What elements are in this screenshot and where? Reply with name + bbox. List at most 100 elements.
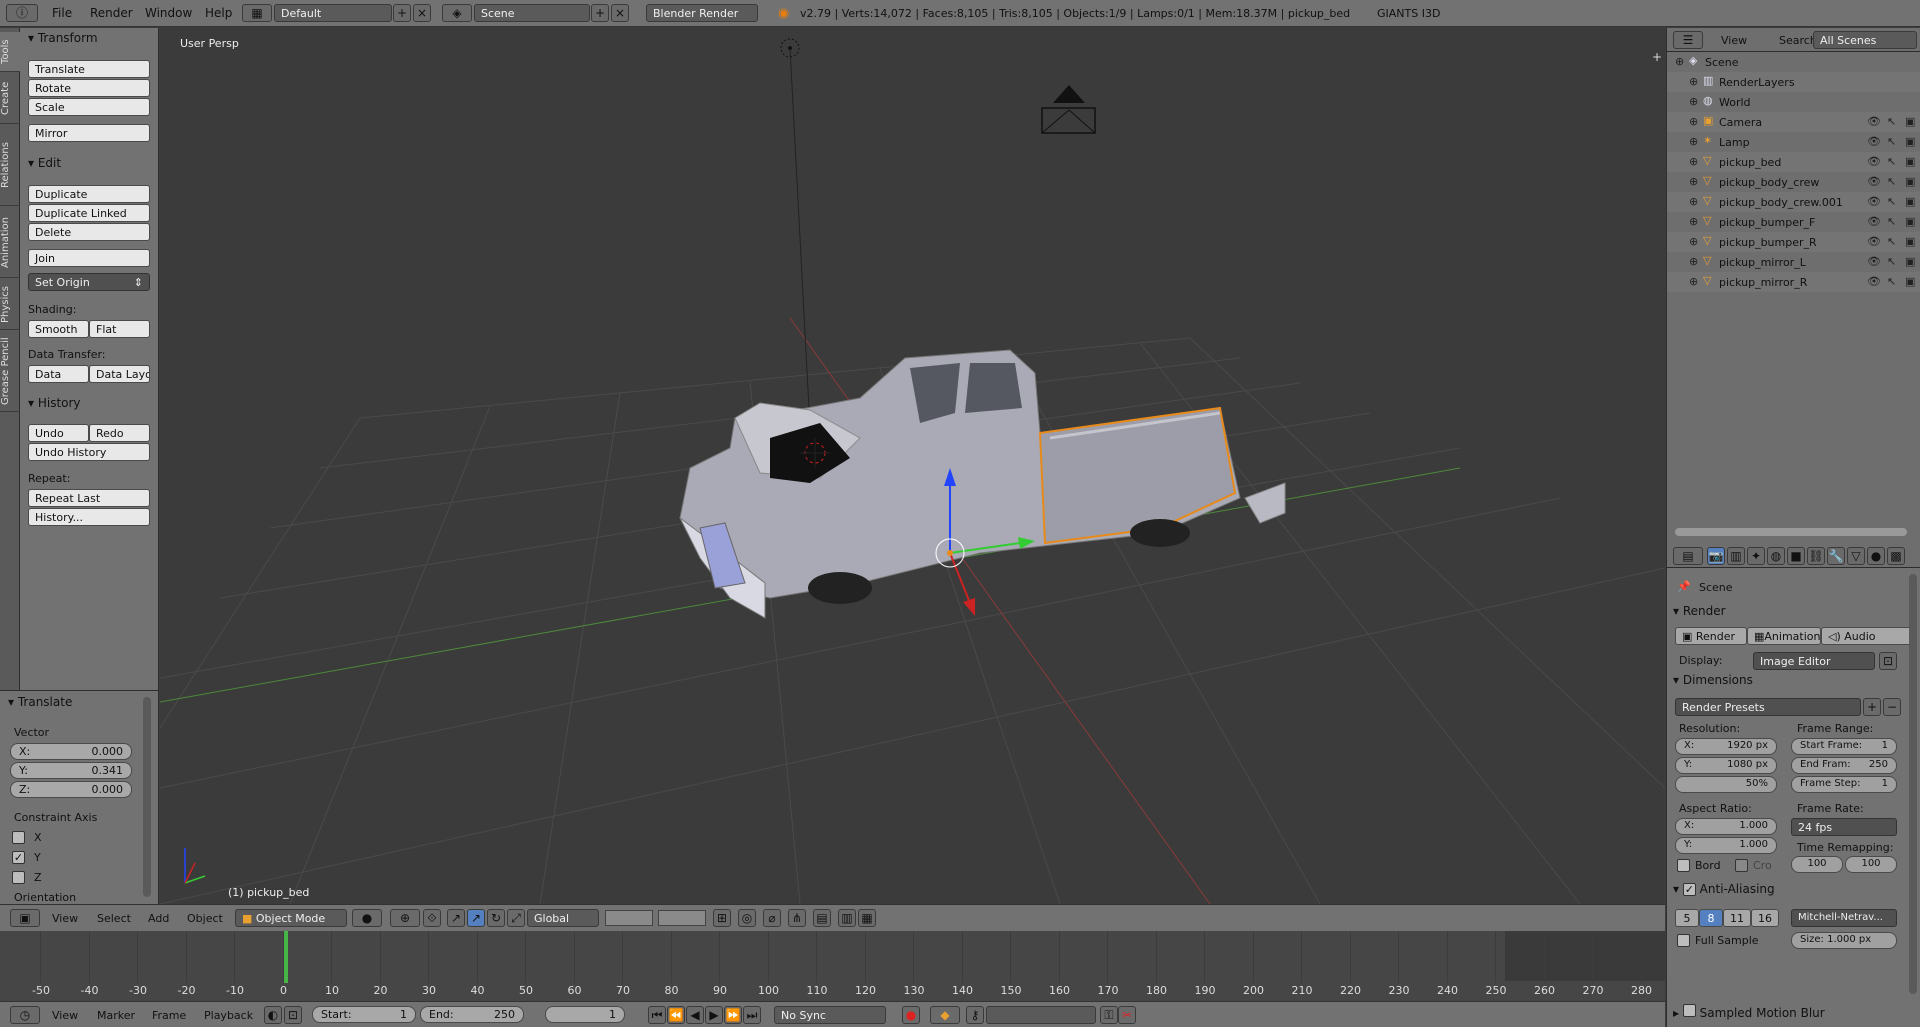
layer-buttons-b[interactable] — [658, 910, 706, 926]
eye-icon[interactable]: 👁 — [1867, 135, 1881, 148]
dimensions-panel-title[interactable]: ▾ Dimensions — [1673, 673, 1753, 687]
keying-set-field[interactable] — [986, 1006, 1096, 1024]
add-layout-icon[interactable]: + — [393, 4, 411, 22]
aspect-x-field[interactable]: X: 1.000 — [1675, 818, 1777, 835]
constraint-x-checkbox[interactable] — [12, 831, 25, 844]
aa-8-button[interactable]: 8 — [1699, 909, 1723, 927]
eye-icon[interactable]: 👁 — [1867, 195, 1881, 208]
operator-scrollbar[interactable] — [143, 697, 151, 897]
expand-icon[interactable]: ⊕ — [1689, 95, 1698, 108]
mode-select[interactable]: ■ Object Mode — [235, 909, 347, 927]
pivot-icon[interactable]: ⊕ — [390, 909, 420, 927]
constraint-z-checkbox[interactable] — [12, 871, 25, 884]
outliner-row[interactable]: ⊕ ▽ pickup_bumper_R 👁 ↖ ▣ — [1667, 232, 1920, 252]
outliner-editor-icon[interactable]: ☰ — [1673, 31, 1703, 49]
eye-icon[interactable]: 👁 — [1867, 275, 1881, 288]
keying-icon[interactable]: ◆ — [930, 1006, 960, 1024]
tab-tools[interactable]: Tools — [0, 32, 20, 72]
outliner-row[interactable]: ⊕ ▣ Camera 👁 ↖ ▣ — [1667, 112, 1920, 132]
expand-icon[interactable]: ⊕ — [1689, 155, 1698, 168]
close-layout-icon[interactable]: × — [413, 4, 431, 22]
translate-manipulator-icon[interactable]: ↗ — [447, 909, 465, 927]
camera-render-icon[interactable]: ▣ — [1905, 175, 1915, 188]
outliner-row[interactable]: ⊕ ▽ pickup_mirror_L 👁 ↖ ▣ — [1667, 252, 1920, 272]
pin-icon[interactable]: 📌 — [1677, 580, 1691, 593]
vector-y-field[interactable]: Y: 0.341 — [10, 762, 132, 779]
menu-help[interactable]: Help — [205, 6, 232, 20]
outliner-row[interactable]: ⊕ ◈ Scene — [1667, 52, 1920, 72]
start-frame-field[interactable]: Start: 1 — [312, 1006, 416, 1023]
manipulator-icon[interactable]: ⟐ — [423, 909, 441, 927]
shading-mode-icon[interactable]: ● — [352, 909, 382, 927]
aspect-y-field[interactable]: Y: 1.000 — [1675, 837, 1777, 854]
scale-manipulator-icon[interactable]: ⤢ — [507, 909, 525, 927]
menu-window[interactable]: Window — [145, 6, 192, 20]
viewport-plus-icon[interactable]: + — [1652, 50, 1662, 64]
rotate-manipulator-icon[interactable]: ↻ — [487, 909, 505, 927]
camera-render-icon[interactable]: ▣ — [1905, 195, 1915, 208]
start-frame-prop-field[interactable]: Start Frame: 1 — [1791, 738, 1897, 755]
remap-new-field[interactable]: 100 — [1845, 856, 1897, 873]
snap-icon[interactable]: ⌀ — [763, 909, 781, 927]
timeline-editor-icon[interactable]: ◷ — [10, 1006, 40, 1024]
eye-icon[interactable]: 👁 — [1867, 215, 1881, 228]
vector-x-field[interactable]: X: 0.000 — [10, 743, 132, 760]
layout-field[interactable]: Default — [274, 4, 392, 22]
expand-icon[interactable]: ⊕ — [1689, 175, 1698, 188]
end-frame-field[interactable]: End: 250 — [420, 1006, 524, 1023]
scale-button[interactable]: Scale — [28, 98, 150, 116]
close-scene-icon[interactable]: × — [611, 4, 629, 22]
add-preset-icon[interactable]: + — [1863, 698, 1881, 716]
modifiers-tab-icon[interactable]: 🔧 — [1827, 547, 1845, 565]
giants-i3d-menu[interactable]: GIANTS I3D — [1377, 7, 1440, 20]
data-tab-icon[interactable]: ▽ — [1847, 547, 1865, 565]
jump-prev-key-icon[interactable]: ⏪ — [667, 1006, 685, 1024]
camera-render-icon[interactable]: ▣ — [1905, 115, 1915, 128]
current-frame-field[interactable]: 1 — [545, 1006, 625, 1023]
aa-filter-select[interactable]: Mitchell-Netrav... — [1791, 909, 1897, 927]
tab-relations[interactable]: Relations — [0, 126, 20, 206]
preview-range-icon[interactable]: ◐ — [264, 1006, 282, 1024]
data-layout-button[interactable]: Data Layo — [89, 365, 150, 383]
frame-rate-select[interactable]: 24 fps — [1791, 818, 1897, 836]
tab-create[interactable]: Create — [0, 74, 20, 124]
expand-icon[interactable]: ⊕ — [1689, 235, 1698, 248]
insert-keyframe-icon[interactable]: ⚿ — [1100, 1006, 1118, 1024]
cursor-select-icon[interactable]: ↖ — [1887, 175, 1896, 188]
keyingset-icon[interactable]: ⚷ — [966, 1006, 984, 1024]
outliner-row[interactable]: ⊕ ▽ pickup_bumper_F 👁 ↖ ▣ — [1667, 212, 1920, 232]
camera-render-icon[interactable]: ▣ — [1905, 215, 1915, 228]
jump-next-key-icon[interactable]: ⏩ — [724, 1006, 742, 1024]
expand-icon[interactable]: ⊕ — [1689, 115, 1698, 128]
object-tab-icon[interactable]: ■ — [1787, 547, 1805, 565]
display-window-icon[interactable]: ⊡ — [1879, 652, 1897, 670]
set-origin-select[interactable]: Set Origin ⇕ — [28, 273, 150, 291]
border-checkbox[interactable] — [1677, 859, 1690, 872]
camera-icon[interactable] — [1041, 85, 1096, 134]
expand-icon[interactable]: ⊕ — [1689, 215, 1698, 228]
eye-icon[interactable]: 👁 — [1867, 235, 1881, 248]
vector-z-field[interactable]: Z: 0.000 — [10, 781, 132, 798]
resolution-x-field[interactable]: X: 1920 px — [1675, 738, 1777, 755]
aa-16-button[interactable]: 16 — [1751, 909, 1779, 927]
properties-scrollbar[interactable] — [1909, 574, 1917, 994]
repeat-last-button[interactable]: Repeat Last — [28, 489, 150, 507]
render-layers-tab-icon[interactable]: ▥ — [1727, 547, 1745, 565]
redo-button[interactable]: Redo — [89, 424, 150, 442]
outliner-scrollbar[interactable] — [1675, 528, 1907, 536]
timeline-menu-frame[interactable]: Frame — [152, 1009, 186, 1022]
eye-icon[interactable]: 👁 — [1867, 175, 1881, 188]
end-frame-prop-field[interactable]: End Fram: 250 — [1791, 757, 1897, 774]
sampled-motion-blur-panel-title[interactable]: ▸ Sampled Motion Blur — [1673, 1004, 1825, 1020]
duplicate-linked-button[interactable]: Duplicate Linked — [28, 204, 150, 222]
eye-icon[interactable]: 👁 — [1867, 155, 1881, 168]
constraints-tab-icon[interactable]: ⛓ — [1807, 547, 1825, 565]
cursor-select-icon[interactable]: ↖ — [1887, 135, 1896, 148]
join-button[interactable]: Join — [28, 249, 150, 267]
transform-panel-title[interactable]: ▾ Transform — [28, 31, 98, 45]
info-editor-type-button[interactable]: ⓘ — [6, 4, 38, 22]
anti-aliasing-panel-title[interactable]: ▾ ✓ Anti-Aliasing — [1673, 882, 1775, 896]
filter-size-field[interactable]: Size: 1.000 px — [1791, 932, 1897, 949]
world-tab-icon[interactable]: ◍ — [1767, 547, 1785, 565]
camera-render-icon[interactable]: ▣ — [1905, 255, 1915, 268]
